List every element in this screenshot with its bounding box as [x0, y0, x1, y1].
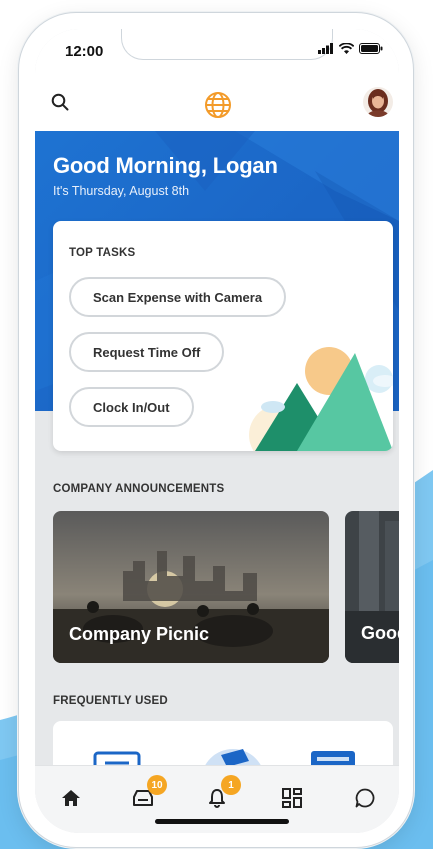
- announcements-title: COMPANY ANNOUNCEMENTS: [53, 483, 225, 495]
- frequently-used-title: FREQUENTLY USED: [53, 695, 168, 707]
- search-icon[interactable]: [51, 93, 69, 116]
- apps-icon: [282, 788, 302, 808]
- user-avatar[interactable]: [363, 87, 393, 117]
- tab-home[interactable]: [57, 784, 85, 812]
- signal-icon: [318, 43, 333, 54]
- announcement-title: Company Picnic: [69, 624, 210, 644]
- app-screen: 12:00 Good Morning, Logan It's Thursday,…: [35, 29, 399, 833]
- announcement-card-good-people[interactable]: Good People: [345, 511, 399, 663]
- home-indicator: [155, 819, 289, 824]
- mountain-illustration: [249, 347, 393, 451]
- battery-icon: [359, 43, 383, 54]
- announcement-card-picnic[interactable]: Company Picnic: [53, 511, 329, 663]
- announcement-title: Good People: [361, 623, 399, 643]
- request-time-off-button[interactable]: Request Time Off: [69, 332, 225, 372]
- home-icon: [62, 790, 80, 806]
- notifications-badge: 1: [221, 775, 241, 795]
- top-tasks-card: TOP TASKS Scan Expense with Camera Reque…: [53, 221, 393, 451]
- chat-icon: [355, 788, 375, 808]
- clock-in-out-button[interactable]: Clock In/Out: [69, 387, 194, 427]
- wifi-icon: [339, 43, 354, 54]
- scan-expense-button[interactable]: Scan Expense with Camera: [69, 277, 287, 317]
- tab-notifications[interactable]: 1: [203, 775, 241, 812]
- notch: [121, 29, 333, 60]
- status-time: 12:00: [65, 43, 104, 60]
- status-icons: [318, 43, 383, 54]
- globe-icon[interactable]: [204, 91, 232, 124]
- top-tasks-title: TOP TASKS: [69, 247, 136, 259]
- status-bar: 12:00: [35, 29, 399, 73]
- tab-apps[interactable]: [278, 784, 306, 812]
- app-bar: [35, 73, 399, 131]
- tab-inbox[interactable]: 10: [129, 775, 167, 812]
- greeting-title: Good Morning, Logan: [53, 153, 278, 178]
- phone-frame: 12:00 Good Morning, Logan It's Thursday,…: [18, 12, 414, 848]
- tab-chat[interactable]: [351, 784, 379, 812]
- greeting-date: It's Thursday, August 8th: [53, 184, 190, 198]
- inbox-badge: 10: [147, 775, 167, 795]
